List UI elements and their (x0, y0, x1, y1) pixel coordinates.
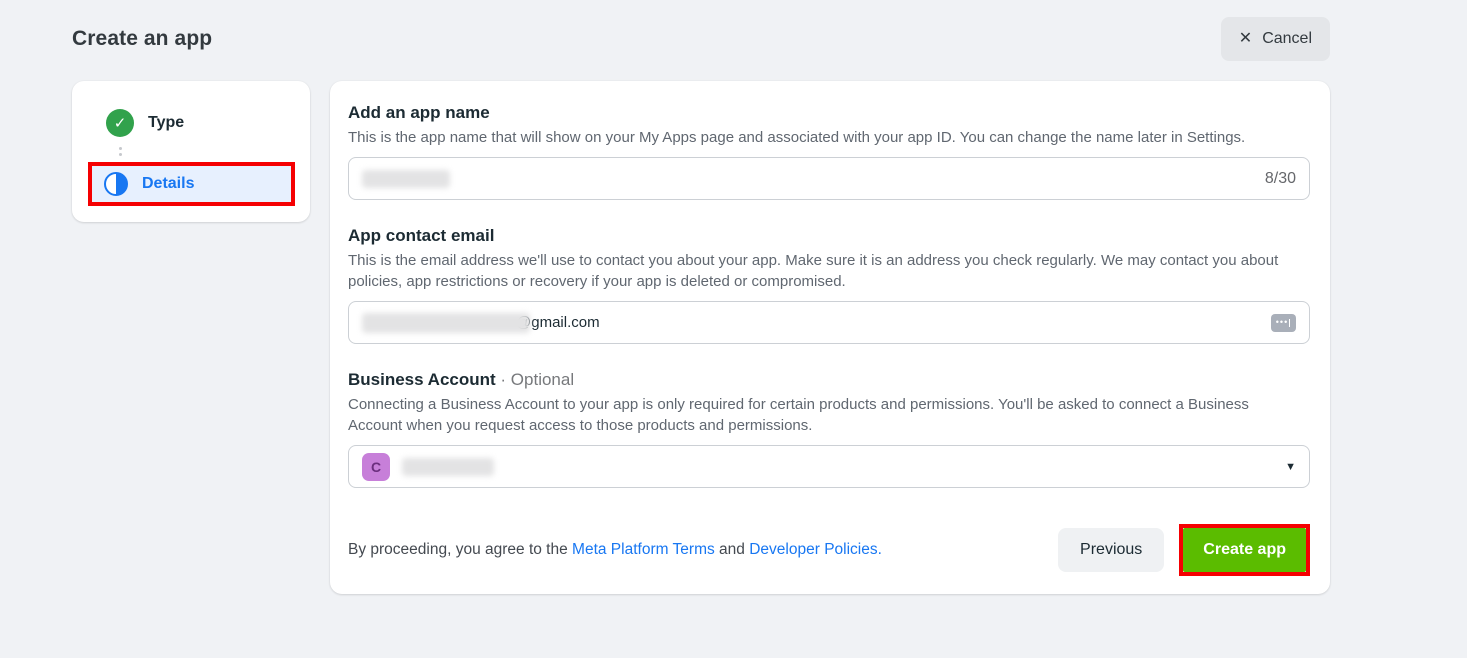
step-details-label: Details (142, 175, 194, 193)
app-name-heading: Add an app name (348, 103, 1310, 123)
check-icon: ✓ (106, 109, 134, 137)
sidebar-item-type[interactable]: ✓ Type (92, 105, 290, 141)
contact-email-description: This is the email address we'll use to c… (348, 250, 1293, 292)
create-app-button[interactable]: Create app (1183, 528, 1306, 572)
char-counter: 8/30 (1265, 170, 1296, 188)
cancel-button-label: Cancel (1262, 30, 1312, 48)
cancel-button[interactable]: ✕ Cancel (1221, 17, 1330, 61)
autofill-extension-icon[interactable]: ••• (1271, 314, 1296, 332)
contact-email-input[interactable]: @gmail.com ••• (348, 301, 1310, 344)
business-account-heading: Business Account · Optional (348, 370, 1310, 390)
progress-half-circle-icon (104, 172, 128, 196)
app-name-description: This is the app name that will show on y… (348, 127, 1293, 148)
developer-policies-link[interactable]: Developer Policies. (749, 541, 882, 558)
terms-and: and (715, 541, 749, 558)
annotation-box-create-app: Create app (1179, 524, 1310, 576)
app-name-section: Add an app name This is the app name tha… (348, 103, 1310, 200)
connector-dot (119, 147, 122, 150)
details-form-card: Add an app name This is the app name tha… (330, 81, 1330, 594)
meta-platform-terms-link[interactable]: Meta Platform Terms (572, 541, 715, 558)
create-app-page: Create an app ✕ Cancel ✓ Type Details (0, 0, 1467, 594)
terms-prefix: By proceeding, you agree to the (348, 541, 572, 558)
previous-button[interactable]: Previous (1058, 528, 1164, 572)
page-title: Create an app (72, 27, 212, 51)
redacted-email-username (362, 313, 530, 333)
optional-tag: · Optional (496, 370, 574, 389)
content-row: ✓ Type Details Add an app name This is t… (72, 81, 1330, 594)
close-icon: ✕ (1239, 31, 1252, 47)
redacted-business-name (402, 458, 494, 476)
annotation-box-details: Details (88, 162, 295, 206)
business-avatar: C (362, 453, 390, 481)
step-type-label: Type (148, 114, 184, 132)
contact-email-section: App contact email This is the email addr… (348, 226, 1310, 344)
connector-dot (119, 153, 122, 156)
business-account-select[interactable]: C ▼ (348, 445, 1310, 488)
chevron-down-icon: ▼ (1285, 461, 1296, 473)
page-header: Create an app ✕ Cancel (72, 17, 1330, 61)
contact-email-heading: App contact email (348, 226, 1310, 246)
step-connector (72, 141, 310, 162)
sidebar-item-details[interactable]: Details (92, 166, 291, 202)
business-account-description: Connecting a Business Account to your ap… (348, 394, 1293, 436)
business-account-heading-text: Business Account (348, 370, 496, 389)
footer-buttons: Previous Create app (1058, 524, 1310, 576)
redacted-app-name (362, 170, 450, 188)
terms-text: By proceeding, you agree to the Meta Pla… (348, 541, 882, 559)
app-name-input[interactable]: 8/30 (348, 157, 1310, 200)
business-account-section: Business Account · Optional Connecting a… (348, 370, 1310, 488)
step-sidebar: ✓ Type Details (72, 81, 310, 222)
form-footer: By proceeding, you agree to the Meta Pla… (348, 524, 1310, 576)
